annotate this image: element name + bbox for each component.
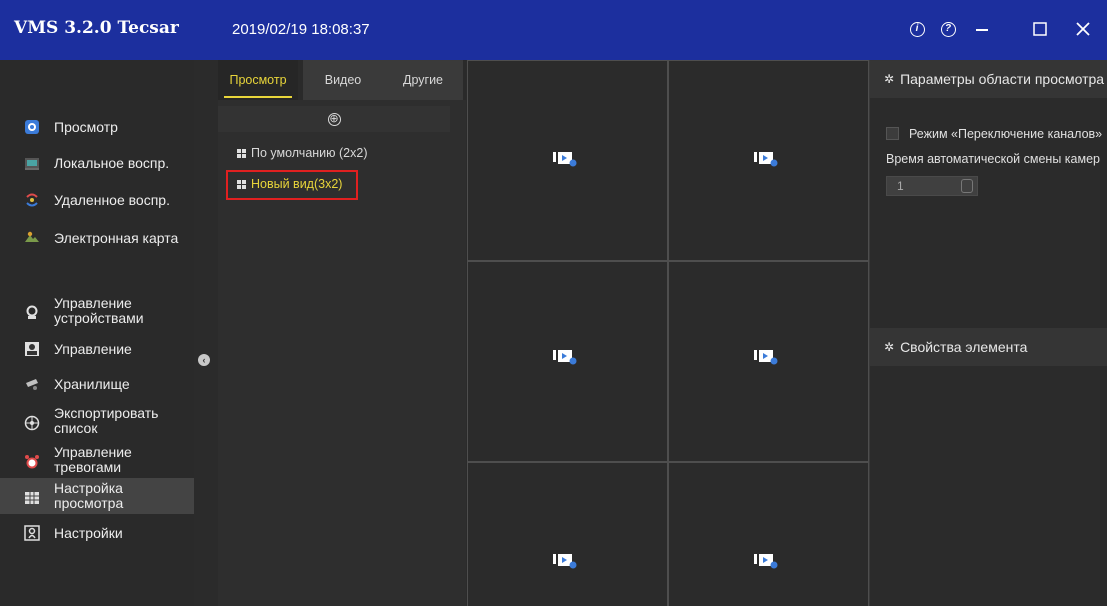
tab-live-view[interactable]: Просмотр [218, 60, 298, 100]
view-settings-icon [24, 490, 40, 506]
live-view-icon [24, 119, 40, 135]
nav-item-device-management[interactable]: Управление устройствами [0, 294, 194, 328]
maximize-icon[interactable] [1025, 14, 1055, 44]
export-list-icon [24, 415, 40, 431]
datetime-display: 2019/02/19 18:08:37 [232, 21, 370, 38]
title-bar: VMS 3.2.0 Tecsar 2019/02/19 18:08:37 i ? [0, 0, 1107, 60]
video-cell[interactable] [668, 261, 869, 462]
selection-highlight-box [226, 170, 358, 200]
video-grid [467, 60, 869, 606]
emap-icon [24, 230, 40, 246]
view-area-params-header[interactable]: ✲ Параметры области просмотра [870, 60, 1107, 98]
element-properties-header[interactable]: ✲ Свойства элемента [870, 328, 1107, 366]
nav-item-remote-playback[interactable]: Удаленное воспр. [0, 189, 194, 211]
local-playback-icon [24, 155, 40, 171]
camera-placeholder-icon [553, 554, 577, 569]
nav-label: Хранилище [54, 375, 130, 392]
views-panel [218, 60, 466, 606]
camera-placeholder-icon [553, 350, 577, 365]
nav-label: Управление тревогами [54, 444, 132, 475]
nav-label: Просмотр [54, 118, 118, 135]
nav-label: Локальное воспр. [54, 154, 170, 171]
nav-item-settings[interactable]: Настройки [0, 522, 194, 544]
camera-placeholder-icon [754, 554, 778, 569]
gear-icon: ✲ [884, 340, 895, 354]
views-tab-bar: Просмотр Видео Другие [218, 60, 466, 100]
channel-switch-checkbox[interactable] [886, 127, 899, 140]
auto-switch-time-spinner[interactable]: 1 [886, 176, 978, 196]
video-cell[interactable] [668, 462, 869, 606]
channel-switch-mode-option[interactable]: Режим «Переключение каналов» [886, 127, 1107, 141]
checkbox-label: Режим «Переключение каналов» [909, 127, 1103, 141]
spinner-arrows[interactable] [961, 179, 973, 193]
nav-label: Настройка просмотра [54, 480, 124, 511]
nav-label: Электронная карта [54, 229, 179, 246]
auto-switch-time-label: Время автоматической смены камер [886, 152, 1100, 166]
settings-icon [24, 525, 40, 541]
tab-video[interactable]: Видео [303, 60, 383, 100]
minimize-icon[interactable] [967, 14, 997, 44]
nav-item-view-settings[interactable]: Настройка просмотра [0, 478, 194, 514]
view-item-default[interactable]: По умолчанию (2x2) [237, 146, 368, 160]
video-cell[interactable] [668, 60, 869, 261]
section-title: Свойства элемента [900, 339, 1028, 355]
nav-label: Удаленное воспр. [54, 191, 170, 208]
camera-placeholder-icon [553, 152, 577, 167]
spinner-value: 1 [897, 179, 904, 193]
camera-placeholder-icon [754, 152, 778, 167]
video-cell[interactable] [467, 60, 668, 261]
collapse-panel-button[interactable]: ‹ [198, 354, 210, 366]
nav-item-alarm-management[interactable]: Управление тревогами [0, 443, 194, 477]
help-icon[interactable]: ? [933, 14, 963, 44]
gear-icon: ✲ [884, 72, 895, 86]
view-item-label: По умолчанию (2x2) [251, 146, 368, 160]
nav-label: Экспортировать список [54, 405, 159, 436]
tab-other[interactable]: Другие [383, 60, 463, 100]
device-management-icon [24, 305, 40, 321]
camera-placeholder-icon [754, 350, 778, 365]
nav-label: Настройки [54, 524, 123, 541]
app-title: VMS 3.2.0 Tecsar [14, 18, 179, 38]
grid-layout-icon [237, 148, 246, 158]
nav-item-user-management[interactable]: Управление [0, 338, 194, 360]
nav-item-live-view[interactable]: Просмотр [0, 116, 194, 138]
nav-item-local-playback[interactable]: Локальное воспр. [0, 152, 194, 174]
close-icon[interactable] [1068, 14, 1098, 44]
right-properties-panel: ✲ Параметры области просмотра Режим «Пер… [869, 60, 1107, 606]
remote-playback-icon [24, 192, 40, 208]
storage-icon [24, 376, 40, 392]
info-icon[interactable]: i [902, 14, 932, 44]
nav-item-storage[interactable]: Хранилище [0, 373, 194, 395]
video-cell[interactable] [467, 462, 668, 606]
video-cell[interactable] [467, 261, 668, 462]
section-title: Параметры области просмотра [900, 71, 1105, 87]
add-view-button[interactable]: ⊕ [327, 112, 341, 126]
alarm-clock-icon [24, 454, 40, 470]
nav-item-export-list[interactable]: Экспортировать список [0, 404, 194, 438]
nav-label: Управление устройствами [54, 295, 144, 326]
nav-item-emap[interactable]: Электронная карта [0, 227, 194, 249]
nav-label: Управление [54, 340, 132, 357]
add-view-bar: ⊕ [218, 106, 450, 132]
user-management-icon [24, 341, 40, 357]
